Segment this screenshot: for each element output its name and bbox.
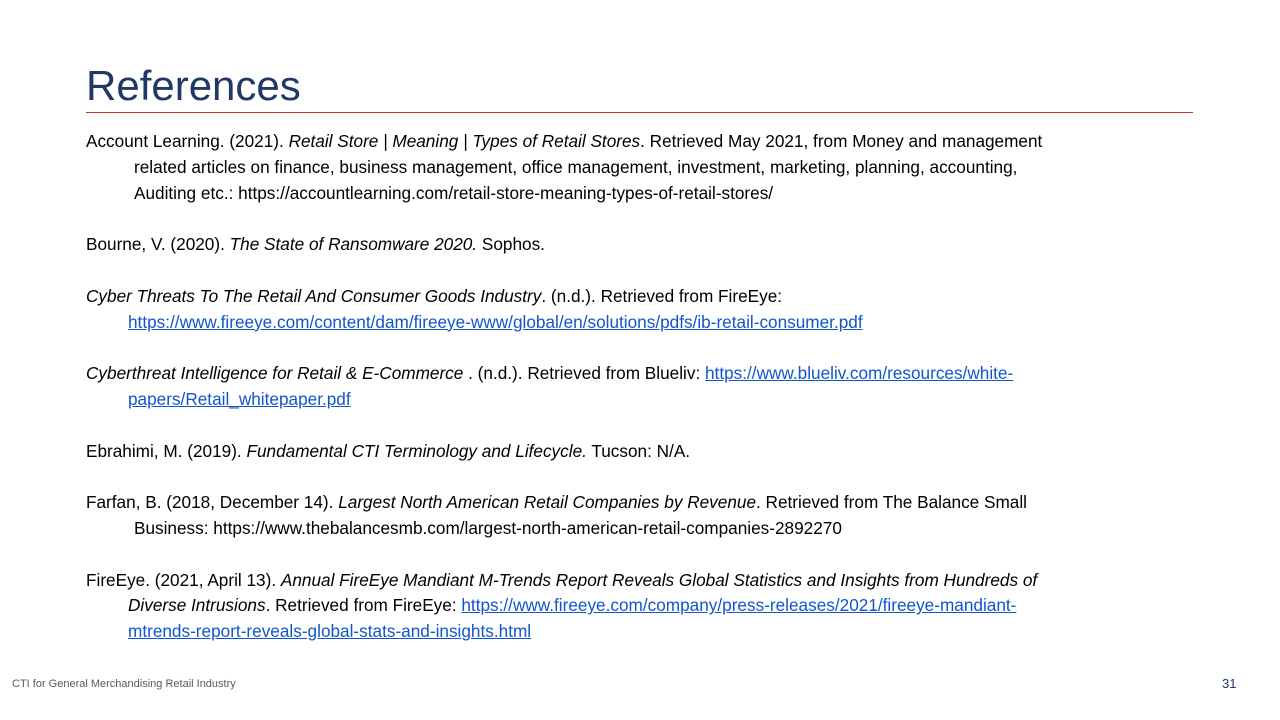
reference-ebrahimi: Ebrahimi, M. (2019). Fundamental CTI Ter…	[86, 440, 691, 461]
slide: References Account Learning. (2021). Ret…	[0, 0, 1280, 720]
footer-text: CTI for General Merchandising Retail Ind…	[12, 678, 236, 690]
fireeye-mtrends-link[interactable]: https://www.fireeye.com/company/press-re…	[461, 595, 1016, 615]
reference-fireeye-mtrends: FireEye. (2021, April 13). Annual FireEy…	[86, 569, 1038, 642]
title-divider	[86, 112, 1193, 113]
blueliv-whitepaper-link[interactable]: https://www.blueliv.com/resources/white-	[705, 363, 1013, 383]
references-list: Account Learning. (2021). Retail Store |…	[86, 129, 1176, 671]
reference-cyberthreat-intelligence: Cyberthreat Intelligence for Retail & E-…	[86, 363, 1014, 409]
page-number: 31	[1222, 676, 1237, 691]
reference-cyber-threats: Cyber Threats To The Retail And Consumer…	[86, 285, 863, 332]
blueliv-whitepaper-link-cont[interactable]: papers/Retail_whitepaper.pdf	[128, 389, 351, 409]
fireeye-retail-pdf-link[interactable]: https://www.fireeye.com/content/dam/fire…	[128, 312, 863, 332]
reference-bourne: Bourne, V. (2020). The State of Ransomwa…	[86, 234, 545, 255]
fireeye-mtrends-link-cont[interactable]: mtrends-report-reveals-global-stats-and-…	[128, 621, 531, 641]
reference-farfan: Farfan, B. (2018, December 14). Largest …	[86, 492, 1027, 538]
slide-title: References	[86, 62, 301, 109]
reference-account-learning: Account Learning. (2021). Retail Store |…	[86, 131, 1043, 203]
